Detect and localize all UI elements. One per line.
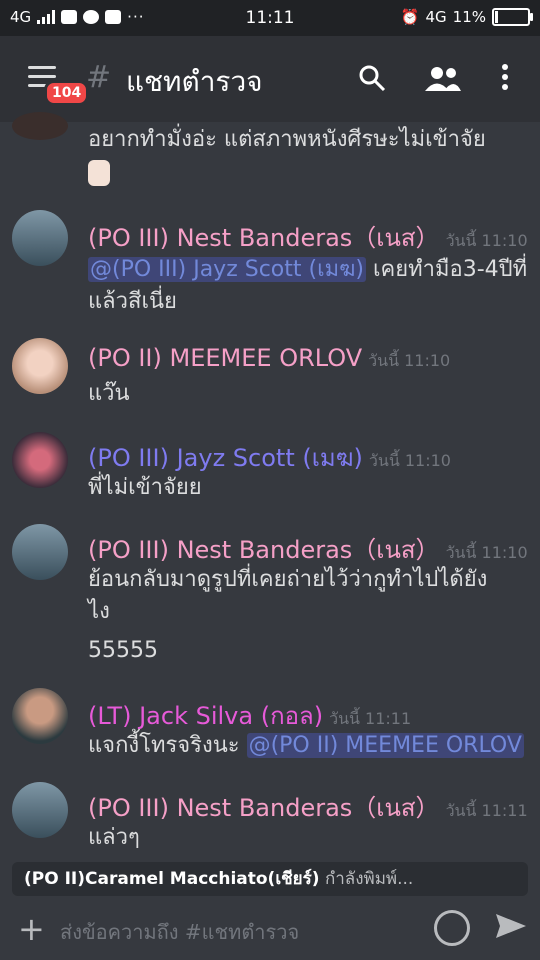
message-text: แว๊น xyxy=(88,381,130,406)
message-text: พี่ไม่เข้าจัยย xyxy=(88,475,202,500)
message-author[interactable]: (PO III) Nest Banderas（เนส） วันนี้ 11:10 xyxy=(88,218,528,257)
notification-badge: 104 xyxy=(44,80,90,106)
avatar[interactable] xyxy=(12,524,68,580)
message-author[interactable]: (PO III) Nest Banderas（เนส） วันนี้ 11:11 xyxy=(88,788,528,827)
battery-icon xyxy=(492,8,533,26)
locked-channel-icon: # xyxy=(86,60,112,95)
avatar[interactable] xyxy=(12,112,68,140)
message-timestamp: วันนี้ 11:10 xyxy=(445,543,528,562)
user-mention[interactable]: @(PO II) MEEMEE ORLOV xyxy=(246,733,524,758)
message-timestamp: วันนี้ 11:11 xyxy=(329,709,412,728)
message-input[interactable]: ส่งข้อความถึง #แชทตำรวจ xyxy=(60,916,299,948)
send-icon[interactable] xyxy=(494,912,528,940)
user-mention[interactable]: @(PO III) Jayz Scott (เมฆ) xyxy=(88,257,367,282)
message-text: แจกงี้โทรจริงนะ @(PO II) MEEMEE ORLOV xyxy=(88,733,524,758)
emoji-icon[interactable] xyxy=(434,910,470,946)
typing-indicator: (PO II)Caramel Macchiato(เชียร์) กำลังพิ… xyxy=(12,862,528,896)
message-author[interactable]: (PO II) MEEMEE ORLOV วันนี้ 11:10 xyxy=(88,344,450,374)
avatar[interactable] xyxy=(12,782,68,838)
message-timestamp: วันนี้ 11:11 xyxy=(445,801,528,820)
add-attachment-icon[interactable]: + xyxy=(18,910,45,948)
members-icon[interactable] xyxy=(424,66,462,92)
message-timestamp: วันนี้ 11:10 xyxy=(368,451,451,470)
battery-fill xyxy=(495,11,499,23)
avatar[interactable] xyxy=(12,688,68,744)
channel-header: 104 # แชทตำรวจ xyxy=(0,36,540,122)
channel-title: แชทตำรวจ xyxy=(126,65,263,98)
message-text: @(PO III) Jayz Scott (เมฆ) เคยทำมือ3-4ปี… xyxy=(88,257,528,314)
avatar[interactable] xyxy=(12,338,68,394)
network-indicator-right: 4G xyxy=(425,8,447,26)
avatar[interactable] xyxy=(12,432,68,488)
sticker-icon xyxy=(88,160,110,186)
message-timestamp: วันนี้ 11:10 xyxy=(445,231,528,250)
more-options-icon[interactable] xyxy=(498,64,512,94)
message-text: ย้อนกลับมาดูรูปที่เคยถ่ายไว้ว่ากูทำไปได้… xyxy=(88,567,488,663)
search-icon[interactable] xyxy=(358,64,386,92)
message-text: แล่วๆ xyxy=(88,825,140,850)
alarm-icon: ⏰ xyxy=(400,8,420,26)
battery-percent: 11% xyxy=(452,8,486,26)
avatar[interactable] xyxy=(12,210,68,266)
message-composer: + ส่งข้อความถึง #แชทตำรวจ xyxy=(0,896,540,960)
message-timestamp: วันนี้ 11:10 xyxy=(368,351,451,370)
status-bar: 4G ··· 11:11 ⏰ 4G 11% xyxy=(0,0,540,36)
message-text: อยากทำมั่งอ่ะ แต่สภาพหนังศีรษะไม่เข้าจัย xyxy=(88,127,486,152)
